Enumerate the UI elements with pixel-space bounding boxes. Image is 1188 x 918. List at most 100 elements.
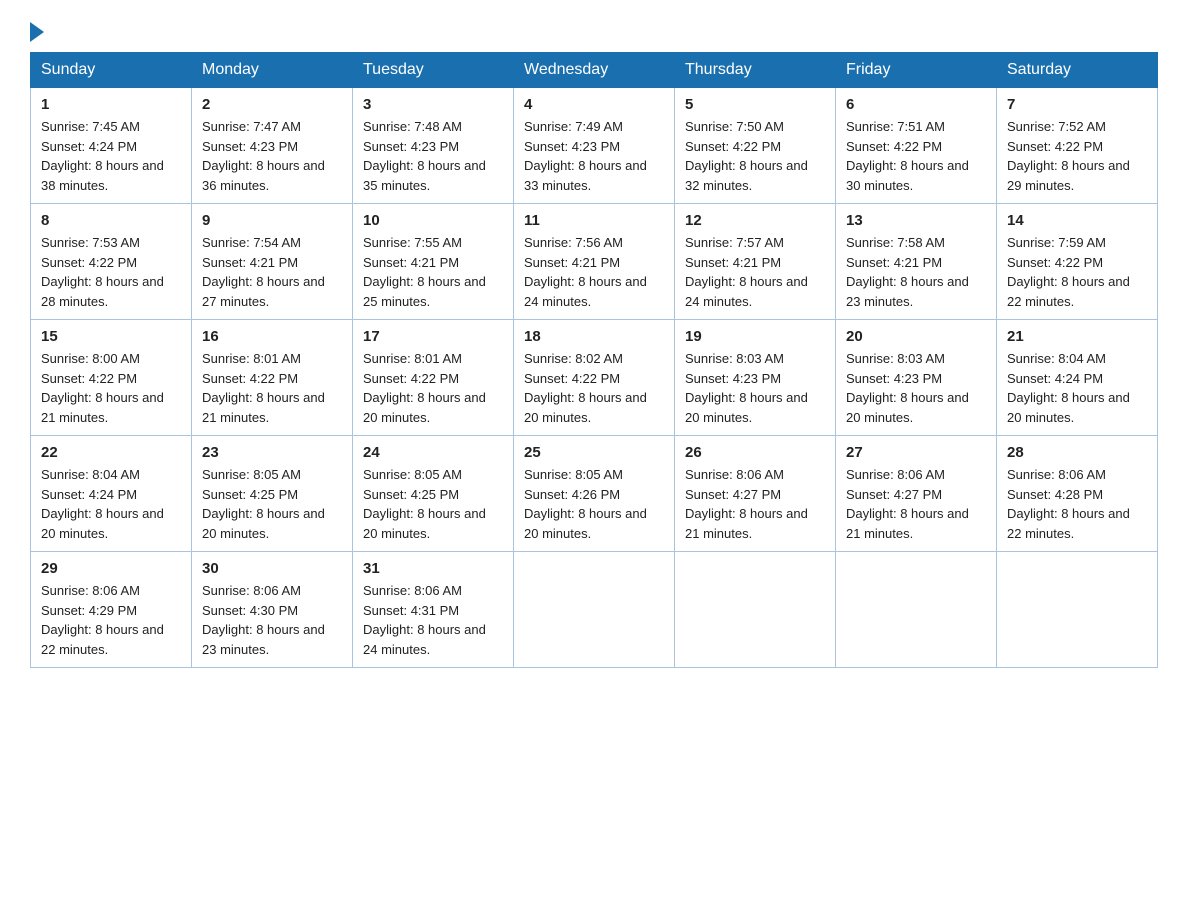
- day-info: Sunrise: 8:01 AM Sunset: 4:22 PM Dayligh…: [202, 349, 342, 427]
- daylight-duration: Daylight: 8 hours and 24 minutes.: [524, 274, 647, 309]
- sunrise-time: Sunrise: 8:06 AM: [685, 467, 784, 482]
- daylight-duration: Daylight: 8 hours and 36 minutes.: [202, 158, 325, 193]
- day-number: 3: [363, 96, 503, 113]
- sunrise-time: Sunrise: 8:04 AM: [1007, 351, 1106, 366]
- table-row: 19 Sunrise: 8:03 AM Sunset: 4:23 PM Dayl…: [675, 320, 836, 436]
- sunrise-time: Sunrise: 7:53 AM: [41, 235, 140, 250]
- table-row: [675, 552, 836, 668]
- table-row: 31 Sunrise: 8:06 AM Sunset: 4:31 PM Dayl…: [353, 552, 514, 668]
- sunset-time: Sunset: 4:22 PM: [1007, 255, 1103, 270]
- logo-arrow-icon: [30, 22, 44, 42]
- daylight-duration: Daylight: 8 hours and 21 minutes.: [41, 390, 164, 425]
- page-header: [30, 20, 1158, 36]
- calendar-header-row: Sunday Monday Tuesday Wednesday Thursday…: [31, 53, 1158, 88]
- daylight-duration: Daylight: 8 hours and 23 minutes.: [202, 622, 325, 657]
- table-row: 6 Sunrise: 7:51 AM Sunset: 4:22 PM Dayli…: [836, 88, 997, 204]
- sunrise-time: Sunrise: 8:06 AM: [202, 583, 301, 598]
- sunset-time: Sunset: 4:22 PM: [1007, 139, 1103, 154]
- logo-line1: [30, 20, 44, 42]
- table-row: 9 Sunrise: 7:54 AM Sunset: 4:21 PM Dayli…: [192, 204, 353, 320]
- day-info: Sunrise: 7:53 AM Sunset: 4:22 PM Dayligh…: [41, 233, 181, 311]
- daylight-duration: Daylight: 8 hours and 35 minutes.: [363, 158, 486, 193]
- daylight-duration: Daylight: 8 hours and 38 minutes.: [41, 158, 164, 193]
- day-info: Sunrise: 7:51 AM Sunset: 4:22 PM Dayligh…: [846, 117, 986, 195]
- day-number: 23: [202, 444, 342, 461]
- day-info: Sunrise: 7:49 AM Sunset: 4:23 PM Dayligh…: [524, 117, 664, 195]
- day-number: 26: [685, 444, 825, 461]
- day-info: Sunrise: 8:04 AM Sunset: 4:24 PM Dayligh…: [41, 465, 181, 543]
- daylight-duration: Daylight: 8 hours and 22 minutes.: [1007, 274, 1130, 309]
- table-row: 17 Sunrise: 8:01 AM Sunset: 4:22 PM Dayl…: [353, 320, 514, 436]
- daylight-duration: Daylight: 8 hours and 29 minutes.: [1007, 158, 1130, 193]
- sunrise-time: Sunrise: 7:59 AM: [1007, 235, 1106, 250]
- day-number: 12: [685, 212, 825, 229]
- table-row: 26 Sunrise: 8:06 AM Sunset: 4:27 PM Dayl…: [675, 436, 836, 552]
- daylight-duration: Daylight: 8 hours and 20 minutes.: [202, 506, 325, 541]
- sunrise-time: Sunrise: 7:55 AM: [363, 235, 462, 250]
- calendar-table: Sunday Monday Tuesday Wednesday Thursday…: [30, 52, 1158, 668]
- sunrise-time: Sunrise: 8:02 AM: [524, 351, 623, 366]
- day-info: Sunrise: 7:48 AM Sunset: 4:23 PM Dayligh…: [363, 117, 503, 195]
- sunrise-time: Sunrise: 8:06 AM: [41, 583, 140, 598]
- day-info: Sunrise: 8:06 AM Sunset: 4:27 PM Dayligh…: [846, 465, 986, 543]
- day-info: Sunrise: 7:50 AM Sunset: 4:22 PM Dayligh…: [685, 117, 825, 195]
- sunrise-time: Sunrise: 7:56 AM: [524, 235, 623, 250]
- sunset-time: Sunset: 4:26 PM: [524, 487, 620, 502]
- daylight-duration: Daylight: 8 hours and 21 minutes.: [202, 390, 325, 425]
- sunrise-time: Sunrise: 7:57 AM: [685, 235, 784, 250]
- day-number: 16: [202, 328, 342, 345]
- day-number: 31: [363, 560, 503, 577]
- day-info: Sunrise: 7:52 AM Sunset: 4:22 PM Dayligh…: [1007, 117, 1147, 195]
- daylight-duration: Daylight: 8 hours and 20 minutes.: [524, 390, 647, 425]
- day-number: 15: [41, 328, 181, 345]
- daylight-duration: Daylight: 8 hours and 21 minutes.: [846, 506, 969, 541]
- table-row: 11 Sunrise: 7:56 AM Sunset: 4:21 PM Dayl…: [514, 204, 675, 320]
- sunset-time: Sunset: 4:21 PM: [524, 255, 620, 270]
- sunset-time: Sunset: 4:30 PM: [202, 603, 298, 618]
- day-info: Sunrise: 8:06 AM Sunset: 4:29 PM Dayligh…: [41, 581, 181, 659]
- daylight-duration: Daylight: 8 hours and 20 minutes.: [1007, 390, 1130, 425]
- sunset-time: Sunset: 4:27 PM: [846, 487, 942, 502]
- calendar-week-5: 29 Sunrise: 8:06 AM Sunset: 4:29 PM Dayl…: [31, 552, 1158, 668]
- sunrise-time: Sunrise: 7:45 AM: [41, 119, 140, 134]
- day-info: Sunrise: 8:00 AM Sunset: 4:22 PM Dayligh…: [41, 349, 181, 427]
- day-number: 24: [363, 444, 503, 461]
- day-number: 4: [524, 96, 664, 113]
- day-number: 25: [524, 444, 664, 461]
- sunrise-time: Sunrise: 8:00 AM: [41, 351, 140, 366]
- sunrise-time: Sunrise: 7:52 AM: [1007, 119, 1106, 134]
- sunrise-time: Sunrise: 8:01 AM: [363, 351, 462, 366]
- table-row: 2 Sunrise: 7:47 AM Sunset: 4:23 PM Dayli…: [192, 88, 353, 204]
- sunrise-time: Sunrise: 8:01 AM: [202, 351, 301, 366]
- day-number: 29: [41, 560, 181, 577]
- day-info: Sunrise: 8:01 AM Sunset: 4:22 PM Dayligh…: [363, 349, 503, 427]
- sunrise-time: Sunrise: 8:06 AM: [1007, 467, 1106, 482]
- day-number: 17: [363, 328, 503, 345]
- day-info: Sunrise: 7:58 AM Sunset: 4:21 PM Dayligh…: [846, 233, 986, 311]
- day-number: 20: [846, 328, 986, 345]
- sunrise-time: Sunrise: 8:05 AM: [524, 467, 623, 482]
- day-info: Sunrise: 8:06 AM Sunset: 4:31 PM Dayligh…: [363, 581, 503, 659]
- day-number: 30: [202, 560, 342, 577]
- table-row: 4 Sunrise: 7:49 AM Sunset: 4:23 PM Dayli…: [514, 88, 675, 204]
- table-row: 12 Sunrise: 7:57 AM Sunset: 4:21 PM Dayl…: [675, 204, 836, 320]
- day-info: Sunrise: 7:59 AM Sunset: 4:22 PM Dayligh…: [1007, 233, 1147, 311]
- sunset-time: Sunset: 4:25 PM: [363, 487, 459, 502]
- day-number: 22: [41, 444, 181, 461]
- daylight-duration: Daylight: 8 hours and 32 minutes.: [685, 158, 808, 193]
- col-thursday: Thursday: [675, 53, 836, 88]
- day-number: 27: [846, 444, 986, 461]
- day-number: 28: [1007, 444, 1147, 461]
- sunrise-time: Sunrise: 8:06 AM: [363, 583, 462, 598]
- col-sunday: Sunday: [31, 53, 192, 88]
- day-number: 6: [846, 96, 986, 113]
- day-number: 18: [524, 328, 664, 345]
- table-row: [836, 552, 997, 668]
- table-row: [514, 552, 675, 668]
- day-info: Sunrise: 7:56 AM Sunset: 4:21 PM Dayligh…: [524, 233, 664, 311]
- table-row: 1 Sunrise: 7:45 AM Sunset: 4:24 PM Dayli…: [31, 88, 192, 204]
- calendar-week-2: 8 Sunrise: 7:53 AM Sunset: 4:22 PM Dayli…: [31, 204, 1158, 320]
- day-number: 19: [685, 328, 825, 345]
- table-row: 14 Sunrise: 7:59 AM Sunset: 4:22 PM Dayl…: [997, 204, 1158, 320]
- sunset-time: Sunset: 4:23 PM: [202, 139, 298, 154]
